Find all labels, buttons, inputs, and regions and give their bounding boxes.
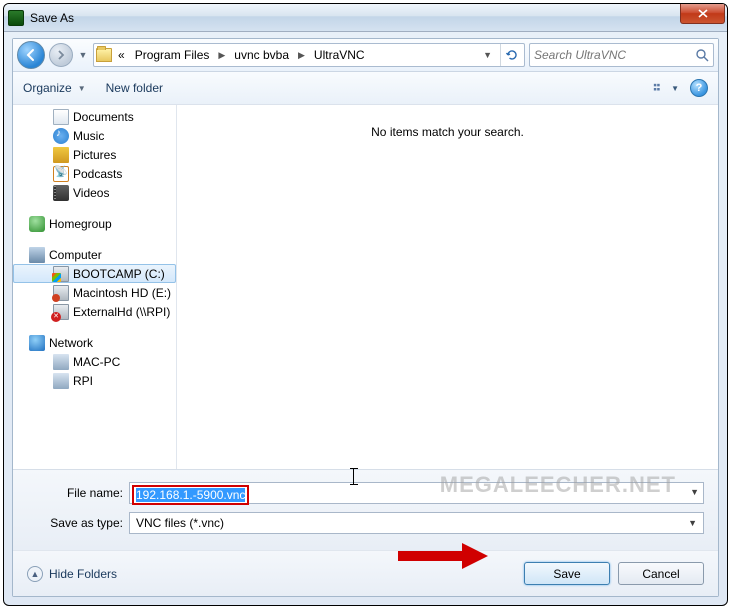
breadcrumb-overflow[interactable]: « <box>114 48 129 62</box>
tree-item-drive-e[interactable]: Macintosh HD (E:) <box>13 283 176 302</box>
drive-icon <box>53 285 69 301</box>
address-dropdown[interactable]: ▼ <box>477 50 498 60</box>
tree-item-network[interactable]: Network <box>13 333 176 352</box>
window-title: Save As <box>30 11 74 25</box>
refresh-icon <box>505 48 519 62</box>
chevron-down-icon: ▼ <box>78 84 86 93</box>
toolbar: Organize▼ New folder ▼ ? <box>13 72 718 105</box>
organize-menu[interactable]: Organize▼ <box>23 81 86 95</box>
tree-item-music[interactable]: Music <box>13 126 176 145</box>
tree-item-network-pc[interactable]: RPI <box>13 371 176 390</box>
dialog-body: ▼ « Program Files ▶ uvnc bvba ▶ UltraVNC… <box>12 38 719 597</box>
search-input[interactable] <box>534 48 695 62</box>
chevron-right-icon[interactable]: ▶ <box>295 50 308 61</box>
hide-folders-button[interactable]: ▲ Hide Folders <box>27 566 117 582</box>
footer: ▲ Hide Folders Save Cancel <box>13 550 718 596</box>
view-options-button[interactable]: ▼ <box>652 78 680 98</box>
podcast-icon <box>53 166 69 182</box>
tree-item-external[interactable]: ExternalHd (\\RPI) <box>13 302 176 321</box>
new-folder-button[interactable]: New folder <box>106 81 163 95</box>
close-icon <box>698 9 708 18</box>
filename-label: File name: <box>27 486 123 500</box>
videos-icon <box>53 185 69 201</box>
help-icon: ? <box>696 82 703 94</box>
search-box[interactable] <box>529 43 714 67</box>
save-fields-panel: File name: 192.168.1.-5900.vnc ▼ Save as… <box>13 469 718 550</box>
titlebar[interactable]: Save As <box>4 4 727 32</box>
pc-icon <box>53 354 69 370</box>
back-button[interactable] <box>17 41 45 69</box>
tree-item-podcasts[interactable]: Podcasts <box>13 164 176 183</box>
body-area: Documents Music Pictures Podcasts Videos… <box>13 105 718 469</box>
homegroup-icon <box>29 216 45 232</box>
help-button[interactable]: ? <box>690 79 708 97</box>
empty-message: No items match your search. <box>371 125 524 139</box>
drive-icon <box>53 266 69 282</box>
savetype-value: VNC files (*.vnc) <box>136 516 224 530</box>
nav-history-dropdown[interactable]: ▼ <box>77 50 89 60</box>
navigation-bar: ▼ « Program Files ▶ uvnc bvba ▶ UltraVNC… <box>13 39 718 72</box>
filename-value: 192.168.1.-5900.vnc <box>136 488 245 502</box>
tree-item-drive-c[interactable]: BOOTCAMP (C:) <box>13 264 176 283</box>
file-list-pane[interactable]: No items match your search. <box>177 105 718 469</box>
save-as-dialog: Save As ▼ « Program Files ▶ uvnc bvba ▶ … <box>3 3 728 606</box>
tree-item-videos[interactable]: Videos <box>13 183 176 202</box>
forward-button[interactable] <box>49 43 73 67</box>
music-icon <box>53 128 69 144</box>
arrow-left-icon <box>24 48 38 62</box>
pc-icon <box>53 373 69 389</box>
close-button[interactable] <box>680 4 725 24</box>
filename-input[interactable]: 192.168.1.-5900.vnc ▼ <box>129 482 704 504</box>
cancel-button[interactable]: Cancel <box>618 562 704 585</box>
tree-item-computer[interactable]: Computer <box>13 245 176 264</box>
breadcrumb-item[interactable]: uvnc bvba <box>230 48 293 62</box>
folder-icon <box>96 48 112 62</box>
computer-icon <box>29 247 45 263</box>
view-icon <box>653 81 668 95</box>
filename-dropdown[interactable]: ▼ <box>690 487 699 497</box>
tree-item-network-pc[interactable]: MAC-PC <box>13 352 176 371</box>
chevron-right-icon[interactable]: ▶ <box>215 50 228 61</box>
tree-item-pictures[interactable]: Pictures <box>13 145 176 164</box>
navigation-pane[interactable]: Documents Music Pictures Podcasts Videos… <box>13 105 176 469</box>
arrow-right-icon <box>56 50 66 60</box>
chevron-up-icon: ▲ <box>27 566 43 582</box>
chevron-down-icon: ▼ <box>688 518 697 528</box>
drive-disconnected-icon <box>53 304 69 320</box>
pictures-icon <box>53 147 69 163</box>
save-button[interactable]: Save <box>524 562 610 585</box>
search-icon <box>695 48 709 62</box>
refresh-button[interactable] <box>500 44 522 66</box>
documents-icon <box>53 109 69 125</box>
app-icon <box>8 10 24 26</box>
breadcrumb-item[interactable]: UltraVNC <box>310 48 369 62</box>
savetype-label: Save as type: <box>27 516 123 530</box>
breadcrumb-item[interactable]: Program Files <box>131 48 214 62</box>
address-bar[interactable]: « Program Files ▶ uvnc bvba ▶ UltraVNC ▼ <box>93 43 525 67</box>
tree-item-documents[interactable]: Documents <box>13 107 176 126</box>
tree-item-homegroup[interactable]: Homegroup <box>13 214 176 233</box>
savetype-combo[interactable]: VNC files (*.vnc) ▼ <box>129 512 704 534</box>
network-icon <box>29 335 45 351</box>
